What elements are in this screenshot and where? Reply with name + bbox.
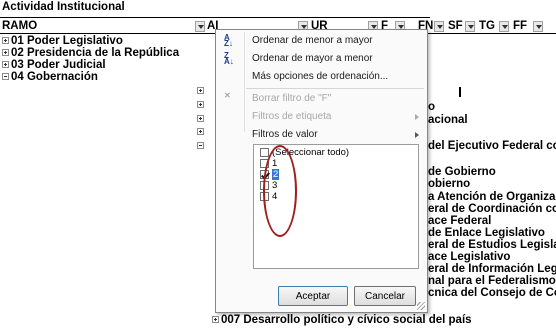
ramo-row[interactable]: 03 Poder Judicial bbox=[0, 59, 106, 71]
menu-item-value-filters[interactable]: Filtros de valor bbox=[216, 126, 427, 144]
menu-item-label: Ordenar de menor a mayor bbox=[252, 35, 373, 46]
ramo-row[interactable]: 01 Poder Legislativo bbox=[0, 35, 123, 47]
col-header-ff: FF bbox=[513, 20, 528, 32]
menu-item-label: Más opciones de ordenación... bbox=[252, 71, 389, 82]
expand-icon[interactable] bbox=[197, 101, 204, 108]
cancel-button[interactable]: Cancelar bbox=[354, 286, 416, 306]
submenu-arrow-icon bbox=[415, 114, 419, 120]
cell-text: ace Legislativo bbox=[428, 251, 511, 263]
ramo-row-label: 02 Presidencia de la República bbox=[11, 47, 180, 59]
report-title: Actividad Institucional bbox=[2, 1, 125, 13]
accept-button[interactable]: Aceptar bbox=[278, 286, 348, 306]
filter-dropdown-menu: A Z↓ Ordenar de menor a mayor Z A↓ Ordenar… bbox=[215, 29, 428, 313]
menu-item-label-filters[interactable]: Filtros de etiqueta bbox=[216, 108, 427, 126]
cell-text: nal para el Federalismo bbox=[428, 275, 556, 287]
cell-text: eral de Información Leg bbox=[428, 263, 556, 275]
bottom-row-label: 007 Desarrollo político y cívico social … bbox=[221, 314, 472, 326]
cell-text: del Ejecutivo Federal co bbox=[428, 140, 556, 152]
menu-item-label: Filtros de valor bbox=[252, 129, 318, 140]
sort-asc-icon: A Z↓ bbox=[224, 33, 233, 48]
expand-icon[interactable] bbox=[2, 49, 9, 56]
ramo-row[interactable]: 02 Presidencia de la República bbox=[0, 47, 179, 59]
menu-item-sort-asc[interactable]: A Z↓ Ordenar de menor a mayor bbox=[216, 32, 427, 50]
sort-desc-icon: Z A↓ bbox=[224, 51, 234, 66]
expand-icon[interactable] bbox=[2, 61, 9, 68]
submenu-arrow-icon bbox=[415, 132, 419, 138]
ramo-header: RAMO bbox=[2, 20, 38, 32]
expand-icon[interactable] bbox=[197, 87, 204, 94]
menu-item-more-sort-options[interactable]: Más opciones de ordenación... bbox=[216, 68, 427, 86]
col-header-sf: SF bbox=[448, 20, 463, 32]
expand-icon[interactable] bbox=[212, 316, 219, 323]
annotation-ellipse bbox=[263, 145, 297, 237]
menu-separator bbox=[246, 88, 424, 89]
collapse-icon[interactable] bbox=[197, 142, 204, 149]
menu-item-clear-filter[interactable]: ✕ Borrar filtro de "F" bbox=[216, 90, 427, 108]
cell-text: eral de Estudios Legisla bbox=[428, 239, 556, 251]
menu-item-sort-desc[interactable]: Z A↓ Ordenar de mayor a menor bbox=[216, 50, 427, 68]
cell-text: eral de Coordinación co bbox=[428, 203, 556, 215]
ramo-row-label: 04 Gobernación bbox=[11, 71, 98, 83]
cell-text: ace Federal bbox=[428, 215, 492, 227]
pivot-sheet: Actividad Institucional RAMO AI UR F FN … bbox=[0, 0, 556, 328]
cell-text: cnica del Consejo de Co bbox=[428, 287, 556, 299]
cell-text: a Atención de Organizac bbox=[428, 191, 556, 203]
checkbox[interactable] bbox=[260, 148, 269, 157]
sf-dropdown-icon[interactable] bbox=[465, 21, 475, 32]
menu-item-label: Ordenar de mayor a menor bbox=[252, 53, 373, 64]
ramo-row-label: 01 Poder Legislativo bbox=[11, 35, 123, 47]
tg-dropdown-icon[interactable] bbox=[499, 21, 509, 32]
menu-item-label: Borrar filtro de "F" bbox=[252, 93, 332, 104]
ff-dropdown-icon[interactable] bbox=[533, 21, 543, 32]
expand-icon[interactable] bbox=[197, 128, 204, 135]
resize-grip-icon[interactable] bbox=[417, 302, 425, 310]
bottom-row[interactable]: 007 Desarrollo político y cívico social … bbox=[210, 314, 472, 326]
cell-text: de Gobierno bbox=[428, 166, 496, 178]
expand-icon[interactable] bbox=[197, 115, 204, 122]
ramo-dropdown-icon[interactable] bbox=[195, 21, 205, 32]
collapse-icon[interactable] bbox=[2, 73, 9, 80]
ramo-row-label: 03 Poder Judicial bbox=[11, 59, 106, 71]
title-underline bbox=[0, 17, 430, 18]
menu-item-label: Filtros de etiqueta bbox=[252, 111, 332, 122]
cell-text: o bbox=[428, 101, 436, 113]
ramo-row[interactable]: 04 Gobernación bbox=[0, 71, 98, 83]
cell-text: obierno bbox=[428, 178, 471, 190]
cell-cursor bbox=[459, 87, 461, 97]
fn-dropdown-icon[interactable] bbox=[434, 21, 444, 32]
col-header-tg: TG bbox=[479, 20, 495, 32]
cell-text: de Enlace Legislativo bbox=[428, 227, 545, 239]
expand-icon[interactable] bbox=[2, 37, 9, 44]
cell-text: acional bbox=[428, 114, 468, 126]
clear-filter-icon: ✕ bbox=[224, 91, 231, 100]
